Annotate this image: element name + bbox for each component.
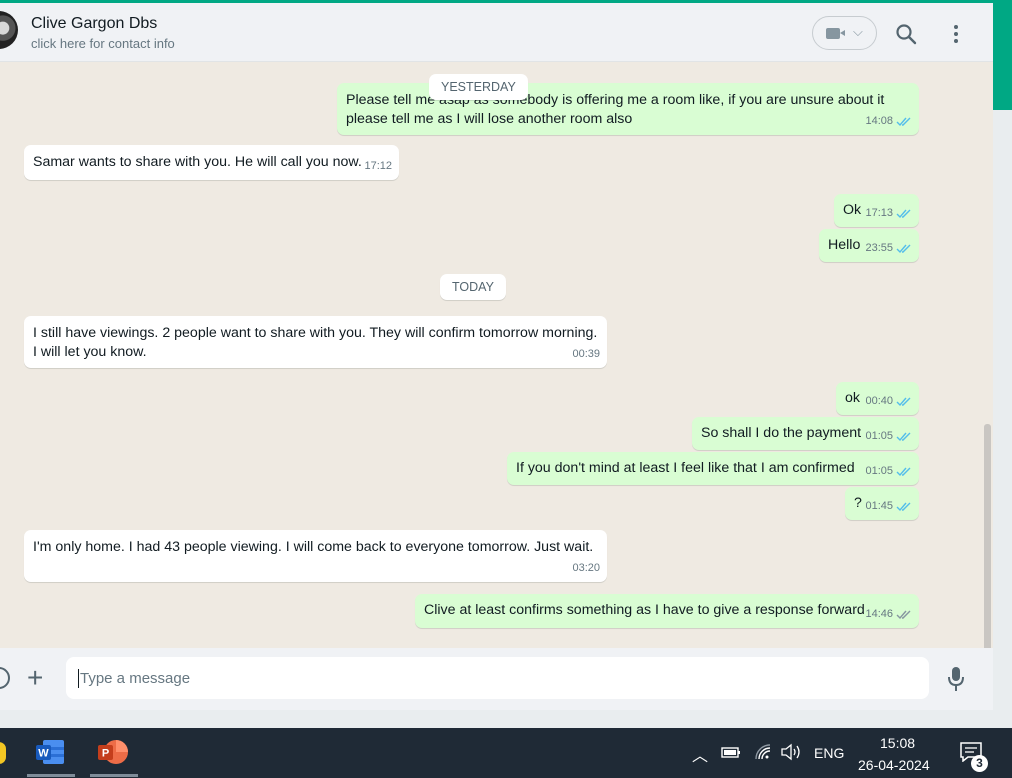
message-meta: 17:13	[865, 204, 912, 223]
word-active-indicator	[27, 774, 75, 777]
svg-text:P: P	[102, 748, 109, 760]
avatar[interactable]	[0, 11, 18, 49]
message-meta: 14:08	[865, 112, 912, 131]
composer: +	[0, 648, 993, 710]
contact-name[interactable]: Clive Gargon Dbs	[31, 15, 157, 33]
message-meta: 00:40	[865, 392, 912, 411]
right-margin	[993, 110, 1012, 710]
message-text: Samar wants to share with you. He will c…	[33, 154, 362, 170]
chat-area[interactable]: Please tell me asap as somebody is offer…	[0, 62, 993, 648]
notification-badge: 3	[971, 755, 988, 772]
date-chip-today: TODAY	[440, 274, 506, 300]
message-outgoing[interactable]: ok 00:40	[836, 382, 919, 415]
message-time: 00:40	[865, 395, 893, 407]
attach-plus-icon[interactable]: +	[27, 664, 43, 692]
read-ticks-icon	[896, 397, 911, 407]
emoji-icon[interactable]	[0, 667, 10, 689]
mic-icon[interactable]	[946, 665, 966, 693]
message-meta: 23:55	[865, 239, 912, 258]
wifi-icon[interactable]	[754, 743, 772, 761]
powerpoint-icon[interactable]: P	[97, 738, 129, 766]
message-text: I still have viewings. 2 people want to …	[33, 325, 598, 360]
right-accent-strip	[993, 0, 1012, 110]
read-ticks-icon	[896, 209, 911, 219]
sent-ticks-icon	[896, 610, 911, 620]
message-meta: 01:45	[865, 497, 912, 516]
message-outgoing[interactable]: ? 01:45	[845, 487, 919, 520]
tray-expand-icon[interactable]: ︿	[692, 742, 708, 766]
message-outgoing[interactable]: Ok 17:13	[834, 194, 919, 227]
message-time: 17:13	[865, 207, 893, 219]
chat-scrollbar[interactable]	[984, 424, 991, 648]
clock-date[interactable]: 26-04-2024	[858, 757, 930, 773]
message-text: Hello	[828, 237, 861, 253]
message-time: 01:45	[865, 500, 893, 512]
word-icon[interactable]: W	[35, 738, 65, 766]
date-chip-yesterday: YESTERDAY	[429, 74, 528, 100]
message-time: 01:05	[865, 430, 893, 442]
message-text: Clive at least confirms something as I h…	[424, 602, 865, 618]
message-meta: 03:20	[572, 559, 600, 578]
window-bottom-margin	[0, 710, 1012, 728]
message-outgoing[interactable]: Hello 23:55	[819, 229, 919, 262]
volume-icon[interactable]	[780, 743, 802, 761]
message-outgoing[interactable]: If you don't mind at least I feel like t…	[507, 452, 919, 485]
message-text: I'm only home. I had 43 people viewing. …	[33, 539, 594, 555]
message-time: 01:05	[865, 465, 893, 477]
contact-info-link[interactable]: click here for contact info	[31, 36, 175, 51]
message-meta: 01:05	[865, 462, 912, 481]
message-time: 23:55	[865, 242, 893, 254]
chevron-down-icon: ⌵	[853, 24, 863, 39]
message-incoming[interactable]: I still have viewings. 2 people want to …	[24, 316, 607, 368]
message-outgoing[interactable]: Please tell me asap as somebody is offer…	[337, 83, 919, 135]
message-time: 14:46	[865, 608, 893, 620]
video-call-button[interactable]: ⌵	[812, 16, 877, 50]
battery-icon[interactable]	[721, 745, 741, 759]
message-text: Please tell me asap as somebody is offer…	[346, 92, 885, 127]
read-ticks-icon	[896, 432, 911, 442]
clock-time[interactable]: 15:08	[880, 735, 915, 751]
message-time: 00:39	[572, 348, 600, 360]
svg-text:W: W	[38, 748, 49, 760]
message-time: 03:20	[572, 562, 600, 574]
menu-icon[interactable]	[947, 23, 965, 45]
read-ticks-icon	[896, 244, 911, 254]
language-indicator[interactable]: ENG	[814, 745, 844, 761]
message-text: ?	[854, 495, 862, 511]
message-outgoing[interactable]: So shall I do the payment 01:05	[692, 417, 919, 450]
message-text: If you don't mind at least I feel like t…	[516, 460, 855, 476]
message-meta: 00:39	[572, 345, 600, 364]
message-meta: 17:12	[364, 157, 392, 176]
chat-header[interactable]: Clive Gargon Dbs click here for contact …	[0, 3, 993, 62]
text-caret	[78, 669, 79, 688]
message-time: 17:12	[364, 160, 392, 172]
message-text: Ok	[843, 202, 862, 218]
video-call-icon	[826, 28, 845, 39]
message-time: 14:08	[865, 115, 893, 127]
read-ticks-icon	[896, 502, 911, 512]
read-ticks-icon	[896, 117, 911, 127]
file-explorer-icon[interactable]	[0, 742, 6, 764]
message-text: ok	[845, 390, 860, 406]
message-meta: 01:05	[865, 427, 912, 446]
message-incoming[interactable]: I'm only home. I had 43 people viewing. …	[24, 530, 607, 582]
message-outgoing[interactable]: Clive at least confirms something as I h…	[415, 594, 919, 628]
taskbar: W P ︿ ENG 15:08 26-04-2024 3	[0, 728, 1012, 778]
message-text: So shall I do the payment	[701, 425, 862, 441]
message-input[interactable]	[66, 657, 929, 699]
message-meta: 14:46	[865, 605, 912, 624]
read-ticks-icon	[896, 467, 911, 477]
message-incoming[interactable]: Samar wants to share with you. He will c…	[24, 145, 399, 180]
powerpoint-active-indicator	[90, 774, 138, 777]
search-icon[interactable]	[895, 23, 917, 45]
